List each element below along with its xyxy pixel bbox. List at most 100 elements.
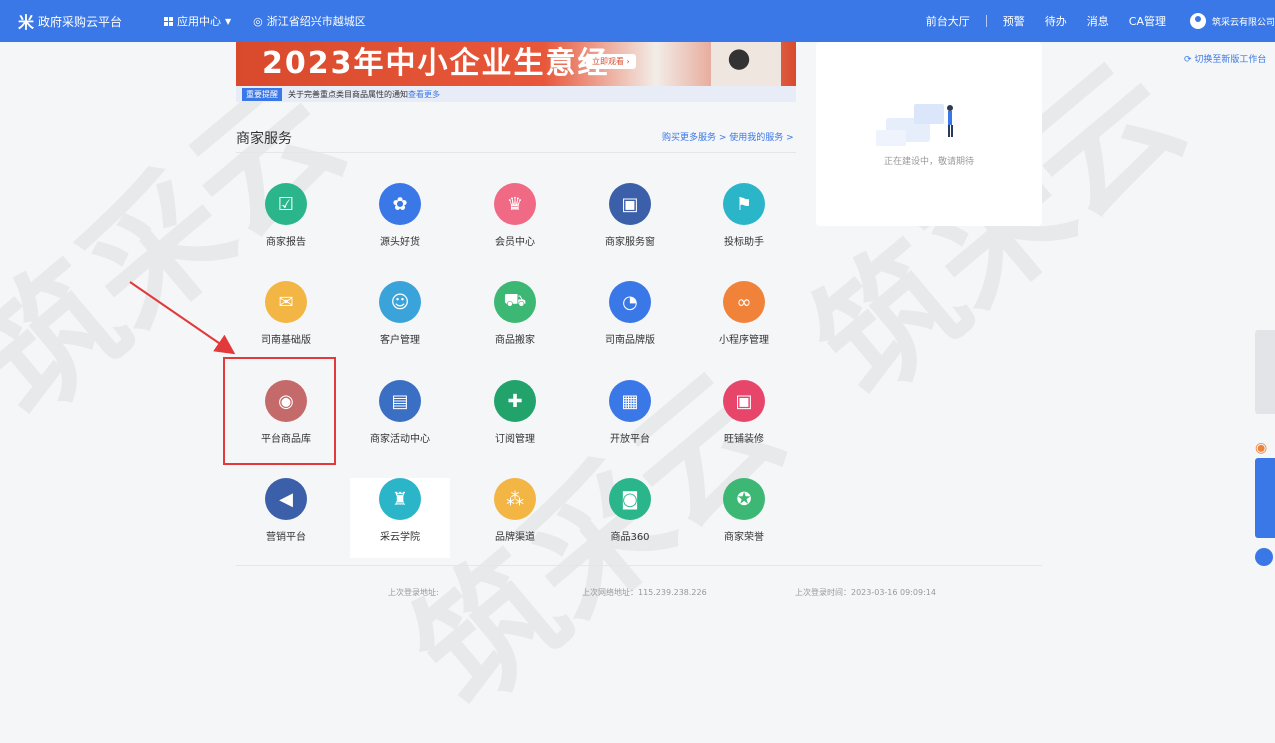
platform-logo-icon: 米: [18, 13, 35, 32]
service-label: 旺铺装修: [724, 434, 764, 445]
service-label: 商家活动中心: [370, 434, 430, 445]
divider: [236, 152, 796, 153]
service-icon: ▤: [379, 380, 421, 422]
banner-title: 2023年中小企业生意经: [262, 46, 610, 81]
service-tile[interactable]: ◀ 营销平台: [236, 478, 336, 558]
service-tile[interactable]: ◙ 商品360: [580, 478, 680, 558]
service-tile[interactable]: ♛ 会员中心: [465, 183, 565, 263]
service-label: 司南基础版: [261, 335, 311, 346]
avatar: [1189, 13, 1206, 29]
service-label: 商家荣誉: [724, 532, 764, 543]
side-toolbar: ◉: [1255, 440, 1275, 566]
service-tile[interactable]: ▤ 商家活动中心: [350, 380, 450, 460]
brand[interactable]: 米 政府采购云平台: [0, 9, 160, 33]
user-menu[interactable]: 筑采云有限公司: [1189, 13, 1275, 29]
service-icon: ✿: [379, 183, 421, 225]
switch-label: 切换至新版工作台: [1194, 55, 1267, 65]
service-icon: ▣: [723, 380, 765, 422]
service-tile[interactable]: ☑ 商家报告: [236, 183, 336, 263]
service-tile[interactable]: ✪ 商家荣誉: [694, 478, 794, 558]
service-label: 采云学院: [380, 532, 420, 543]
service-label: 商品搬家: [495, 335, 535, 346]
location-selector[interactable]: ◎ 浙江省绍兴市越城区: [253, 13, 366, 29]
service-icon: ◀: [265, 478, 307, 520]
footer-last-login-time: 上次登录时间：2023-03-16 09:09:14: [795, 588, 936, 597]
service-tile[interactable]: ◔ 司南品牌版: [580, 281, 680, 361]
service-tile[interactable]: ∞ 小程序管理: [694, 281, 794, 361]
service-icon: ◙: [609, 478, 651, 520]
notice-text[interactable]: 关于完善重点类目商品属性的通知: [288, 89, 408, 100]
service-label: 品牌渠道: [495, 532, 535, 543]
service-tile[interactable]: ✉ 司南基础版: [236, 281, 336, 361]
service-icon: ⁂: [494, 478, 536, 520]
service-icon: ∞: [723, 281, 765, 323]
nav-messages[interactable]: 消息: [1087, 13, 1109, 29]
service-icon: ⚑: [723, 183, 765, 225]
nav-front-hall[interactable]: 前台大厅: [926, 13, 970, 29]
service-label: 会员中心: [495, 237, 535, 248]
service-icon: ✉: [265, 281, 307, 323]
service-label: 客户管理: [380, 335, 420, 346]
chevron-down-icon: ▼: [225, 16, 232, 26]
service-tile[interactable]: ▦ 开放平台: [580, 380, 680, 460]
section-title: 商家服务: [236, 131, 292, 147]
service-tile[interactable]: ▣ 商家服务窗: [580, 183, 680, 263]
service-label: 营销平台: [266, 532, 306, 543]
service-label: 司南品牌版: [605, 335, 655, 346]
top-navigation-bar: 米 政府采购云平台 应用中心 ▼ ◎ 浙江省绍兴市越城区 前台大厅 预警 待办 …: [0, 0, 1275, 42]
service-label: 开放平台: [610, 434, 650, 445]
banner-person-image: [711, 42, 781, 86]
footer-last-ip: 上次网络地址：115.239.238.226: [582, 588, 707, 597]
promo-banner[interactable]: 2023年中小企业生意经 立即观看 ›: [236, 42, 796, 86]
divider: [985, 15, 987, 27]
side-panel-tab[interactable]: [1255, 330, 1275, 414]
refresh-icon: ⟳: [1184, 55, 1192, 65]
service-tile[interactable]: ▣ 旺铺装修: [694, 380, 794, 460]
service-tile[interactable]: ✚ 订阅管理: [465, 380, 565, 460]
service-tile[interactable]: ☺ 客户管理: [350, 281, 450, 361]
brand-name: 政府采购云平台: [38, 14, 123, 29]
service-tile[interactable]: ⁂ 品牌渠道: [465, 478, 565, 558]
chat-icon[interactable]: [1255, 548, 1273, 566]
service-links[interactable]: 购买更多服务 > 使用我的服务 >: [662, 130, 794, 143]
service-icon: ☺: [379, 281, 421, 323]
service-label: 源头好货: [380, 237, 420, 248]
construction-message: 正在建设中，敬请期待: [883, 157, 974, 167]
service-icon: ♜: [379, 478, 421, 520]
watch-now-button[interactable]: 立即观看 ›: [586, 54, 636, 69]
fire-icon[interactable]: ◉: [1255, 440, 1275, 458]
nav-ca-management[interactable]: CA管理: [1129, 13, 1166, 29]
user-name: 筑采云有限公司: [1211, 17, 1275, 28]
grid-icon: [164, 16, 173, 26]
nav-todo[interactable]: 待办: [1045, 13, 1067, 29]
service-icon: ◔: [609, 281, 651, 323]
footer-last-login-address: 上次登录地址:: [388, 588, 439, 597]
service-label: 商家报告: [266, 237, 306, 248]
highlight-box: [223, 357, 336, 465]
switch-new-workbench-link[interactable]: ⟳ 切换至新版工作台: [1184, 52, 1266, 65]
service-label: 商品360: [610, 532, 650, 543]
app-center-label: 应用中心: [177, 15, 221, 28]
view-more-link[interactable]: 查看更多: [408, 89, 440, 100]
service-tile[interactable]: ✿ 源头好货: [350, 183, 450, 263]
location-label: 浙江省绍兴市越城区: [266, 15, 366, 28]
toolbar-buttons[interactable]: [1255, 458, 1275, 538]
nav-alerts[interactable]: 预警: [1003, 13, 1025, 29]
side-dock: [1255, 330, 1275, 414]
service-label: 投标助手: [724, 237, 764, 248]
app-center-menu[interactable]: 应用中心 ▼: [164, 13, 231, 29]
service-label: 订阅管理: [495, 434, 535, 445]
service-label: 小程序管理: [719, 335, 769, 346]
location-pin-icon: ◎: [253, 14, 263, 28]
service-icon: ⛟: [494, 281, 536, 323]
construction-illustration-icon: [876, 104, 953, 146]
service-tile[interactable]: ⛟ 商品搬家: [465, 281, 565, 361]
notice-bar: 重要提醒 关于完善重点类目商品属性的通知 查看更多: [236, 86, 796, 102]
service-icon: ✪: [723, 478, 765, 520]
under-construction-card: 正在建设中，敬请期待: [816, 42, 1042, 226]
service-tile[interactable]: ♜ 采云学院: [350, 478, 450, 558]
service-tile[interactable]: ⚑ 投标助手: [694, 183, 794, 263]
notice-tag: 重要提醒: [242, 87, 282, 101]
service-icon: ♛: [494, 183, 536, 225]
service-label: 商家服务窗: [605, 237, 655, 248]
